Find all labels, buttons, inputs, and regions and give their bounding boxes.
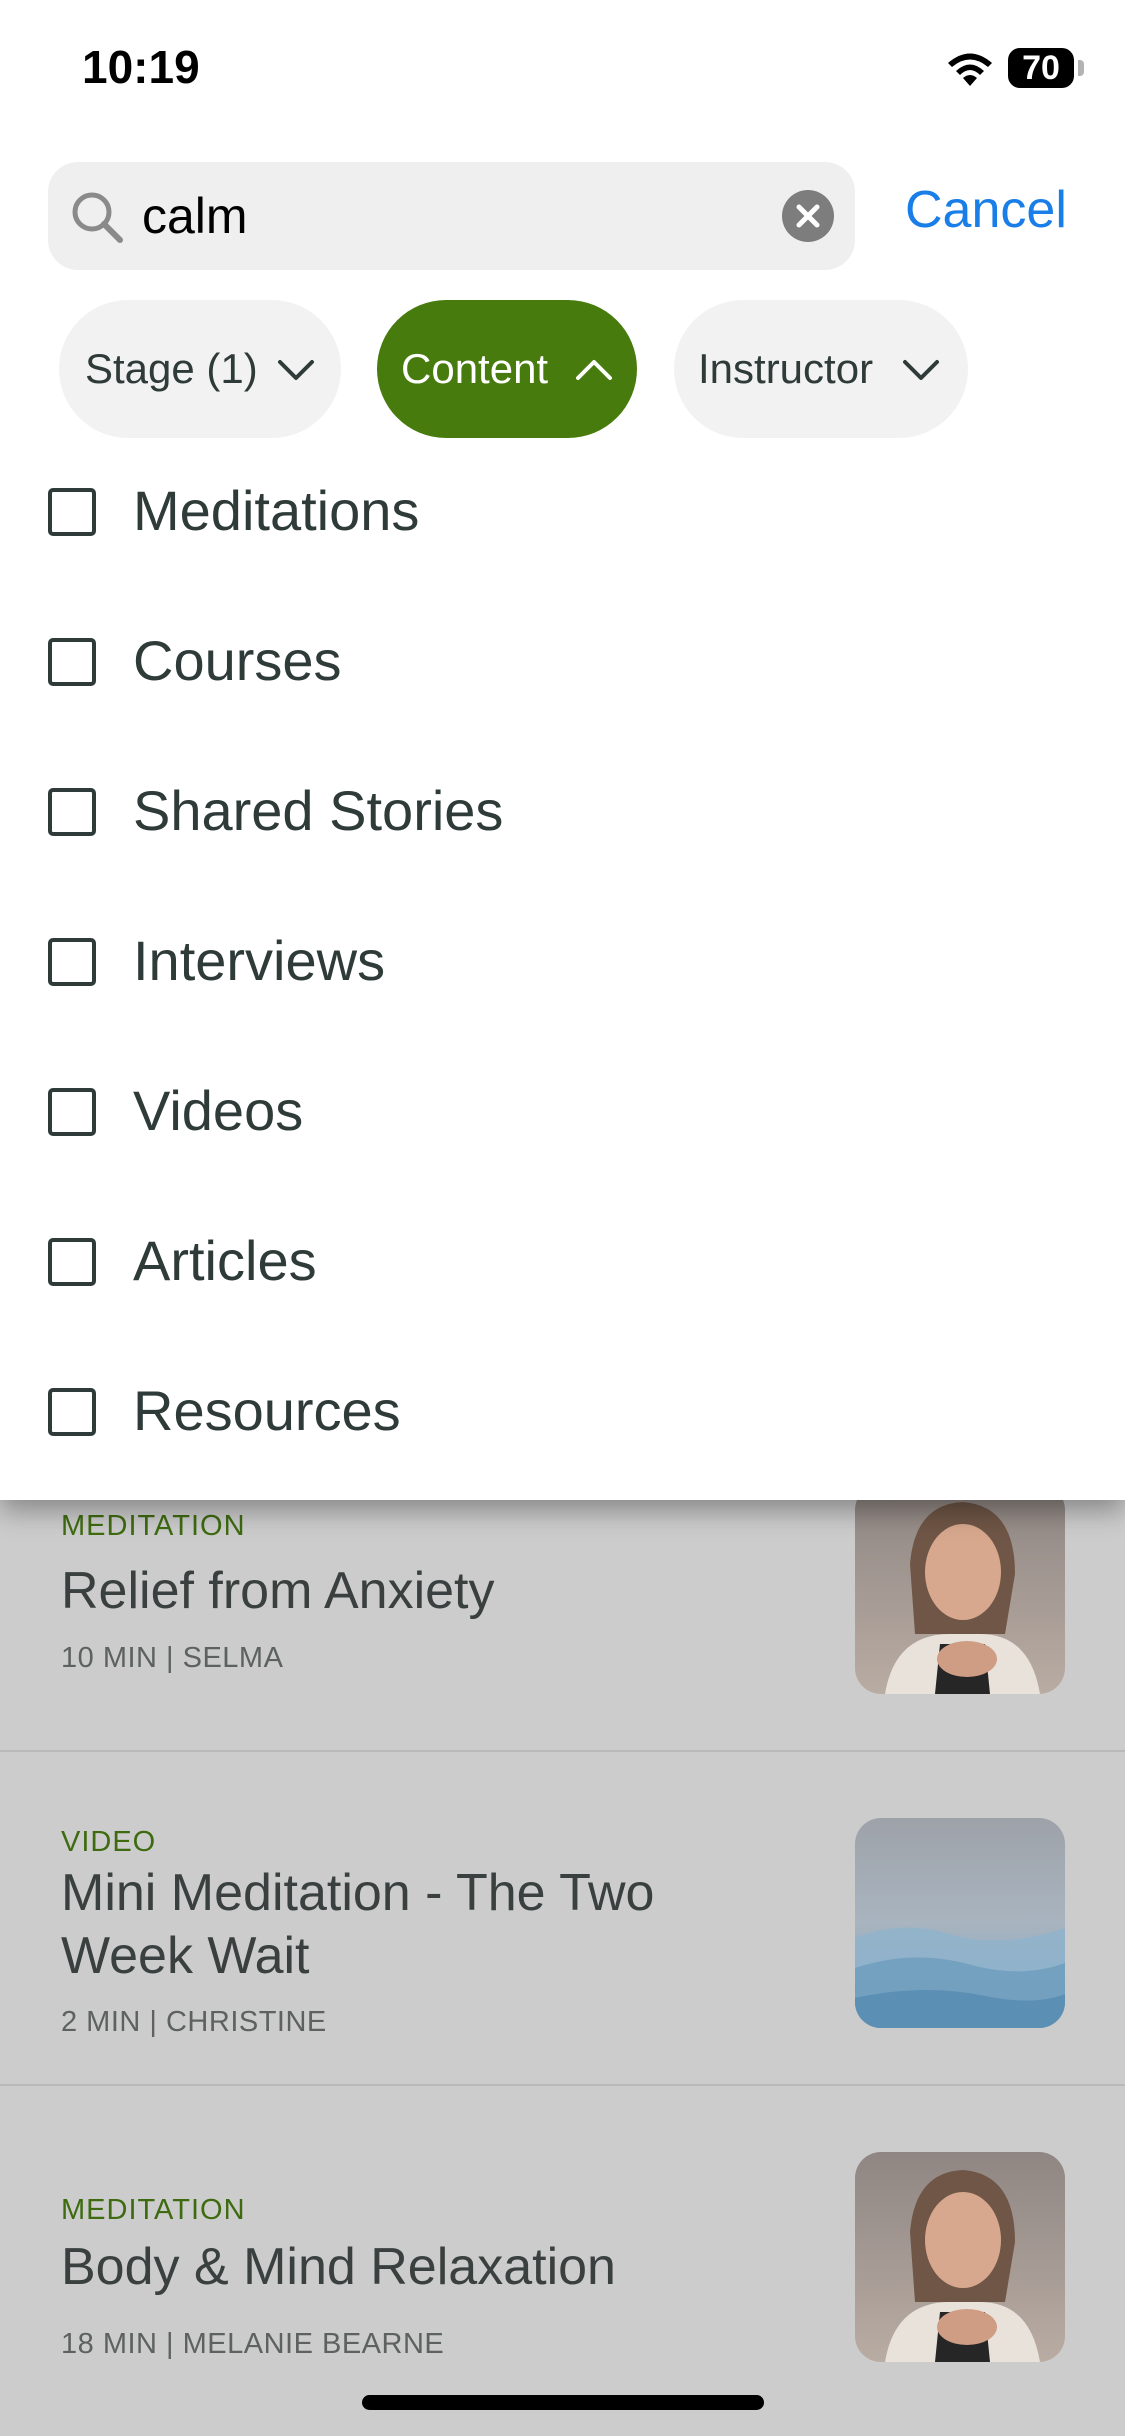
result-meta: 18 MIN | MELANIE BEARNE — [61, 2328, 445, 2360]
option-label: Meditations — [133, 479, 420, 542]
checkbox[interactable] — [48, 1088, 96, 1136]
result-title: Body & Mind Relaxation — [61, 2238, 616, 2296]
option-shared-stories[interactable]: Shared Stories — [0, 750, 1125, 900]
result-type: MEDITATION — [61, 1510, 246, 1542]
option-courses[interactable]: Courses — [0, 600, 1125, 750]
result-title: Mini Meditation - The Two Week Wait — [61, 1864, 655, 1985]
option-label: Articles — [133, 1229, 317, 1292]
home-indicator — [362, 2395, 764, 2410]
instructor-filter-chip[interactable]: Instructor — [674, 300, 968, 438]
checkbox[interactable] — [48, 488, 96, 536]
checkbox[interactable] — [48, 1238, 96, 1286]
result-thumbnail — [855, 1484, 1065, 1694]
status-time: 10:19 — [82, 41, 200, 93]
option-label: Shared Stories — [133, 779, 504, 842]
result-thumbnail — [855, 1818, 1065, 2028]
wifi-icon — [948, 53, 992, 86]
result-type: VIDEO — [61, 1826, 157, 1858]
result-thumbnail — [855, 2152, 1065, 2362]
option-label: Interviews — [133, 929, 386, 992]
chevron-down-icon — [278, 360, 314, 380]
status-bar: 10:19 70 — [0, 0, 1125, 140]
chevron-down-icon — [903, 360, 939, 380]
instructor-filter-label: Instructor — [698, 345, 874, 392]
option-resources[interactable]: Resources — [0, 1350, 1125, 1500]
checkbox[interactable] — [48, 938, 96, 986]
result-meta: 2 MIN | CHRISTINE — [61, 2006, 327, 2038]
option-label: Courses — [133, 629, 342, 692]
battery-tip — [1078, 60, 1084, 76]
option-articles[interactable]: Articles — [0, 1200, 1125, 1350]
result-type: MEDITATION — [61, 2194, 246, 2226]
checkbox[interactable] — [48, 1388, 96, 1436]
option-interviews[interactable]: Interviews — [0, 900, 1125, 1050]
chevron-up-icon — [576, 360, 612, 380]
content-filter-chip[interactable]: Content — [377, 300, 637, 438]
checkbox[interactable] — [48, 788, 96, 836]
search-input[interactable] — [142, 162, 742, 270]
result-meta: 10 MIN | SELMA — [61, 1642, 284, 1674]
option-meditations[interactable]: Meditations — [0, 450, 1125, 600]
stage-filter-chip[interactable]: Stage (1) — [59, 300, 341, 438]
search-results-list: MEDITATION Relief from Anxiety 10 MIN | … — [0, 1420, 1125, 2436]
result-title: Relief from Anxiety — [61, 1562, 495, 1620]
stage-filter-label: Stage (1) — [85, 345, 258, 392]
clear-search-icon[interactable] — [782, 190, 834, 242]
search-bar[interactable] — [48, 162, 855, 270]
search-icon — [72, 192, 123, 243]
content-filter-label: Content — [401, 345, 549, 392]
option-label: Resources — [133, 1379, 401, 1442]
battery-icon: 70 — [1008, 48, 1074, 88]
checkbox[interactable] — [48, 638, 96, 686]
cancel-button[interactable]: Cancel — [905, 180, 1067, 240]
option-videos[interactable]: Videos — [0, 1050, 1125, 1200]
filter-panel: 10:19 70 Cancel Stage (1) Content — [0, 0, 1125, 1500]
result-item[interactable]: VIDEO Mini Meditation - The Two Week Wai… — [0, 1752, 1125, 2086]
result-item[interactable]: MEDITATION Body & Mind Relaxation 18 MIN… — [0, 2086, 1125, 2436]
option-label: Videos — [133, 1079, 304, 1142]
